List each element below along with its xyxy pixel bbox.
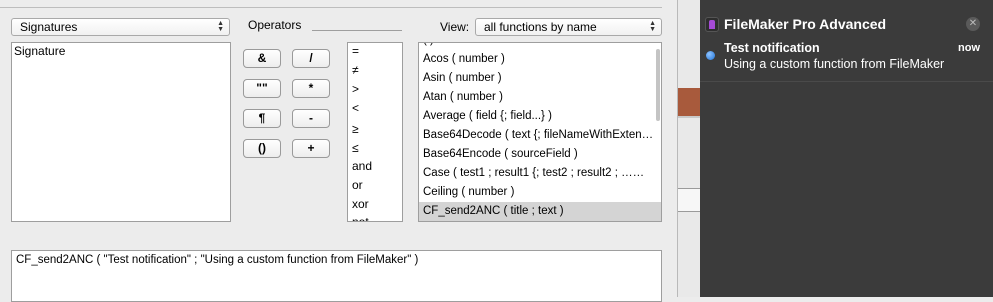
- operator-list[interactable]: = ≠ > < ≥ ≤ and or xor not: [347, 42, 403, 222]
- function-list-item[interactable]: Asin ( number ): [419, 69, 661, 88]
- signatures-select[interactable]: Signatures ▲ ▼: [11, 18, 230, 36]
- unread-dot-icon: [706, 51, 715, 60]
- operator-button-parentheses[interactable]: (): [243, 139, 281, 158]
- notification-divider: [700, 81, 993, 82]
- operator-list-item[interactable]: not: [352, 215, 369, 221]
- function-list-item[interactable]: Base64Decode ( text {; fileNameWithExten…: [419, 126, 661, 145]
- notification-body[interactable]: Using a custom function from FileMaker: [724, 57, 944, 71]
- scrollbar-thumb[interactable]: [656, 49, 660, 121]
- operator-button-multiply[interactable]: *: [292, 79, 330, 98]
- close-icon[interactable]: ✕: [966, 17, 980, 31]
- background-window-line: [678, 116, 700, 118]
- formula-text: CF_send2ANC ( "Test notification" ; "Usi…: [16, 254, 419, 266]
- operators-divider: [312, 30, 402, 31]
- signature-panel[interactable]: Signature: [11, 42, 231, 222]
- background-window-field: [678, 188, 700, 212]
- function-list-item-selected[interactable]: CF_send2ANC ( title ; text ): [419, 202, 661, 221]
- operator-button-plus[interactable]: +: [292, 139, 330, 158]
- signature-text: Signature: [14, 44, 66, 58]
- function-list-item-partial: ( ): [419, 43, 661, 50]
- function-list-item[interactable]: Case ( test1 ; result1 {; test2 ; result…: [419, 164, 661, 183]
- functions-scrollbar[interactable]: [655, 43, 661, 221]
- function-list-item[interactable]: Average ( field {; field...} ): [419, 107, 661, 126]
- function-list-item[interactable]: Base64Encode ( sourceField ): [419, 145, 661, 164]
- function-list-item[interactable]: Acos ( number ): [419, 50, 661, 69]
- select-arrows-icon: ▲ ▼: [649, 20, 656, 33]
- operator-list-item[interactable]: ≤: [352, 141, 359, 155]
- operator-button-divide[interactable]: /: [292, 49, 330, 68]
- functions-list[interactable]: ( ) Acos ( number ) Asin ( number ) Atan…: [418, 42, 662, 222]
- background-window-edge: [677, 0, 700, 297]
- view-select-value: all functions by name: [484, 20, 597, 34]
- notification-center: FileMaker Pro Advanced ✕ Test notificati…: [700, 0, 993, 297]
- operator-list-item[interactable]: <: [352, 101, 359, 115]
- app-name: FileMaker Pro Advanced: [724, 16, 887, 32]
- operator-list-item[interactable]: =: [352, 44, 359, 58]
- signatures-select-value: Signatures: [20, 20, 78, 34]
- notification-time: now: [958, 42, 980, 54]
- notification-app-header: FileMaker Pro Advanced ✕: [700, 9, 993, 39]
- operator-list-item[interactable]: or: [352, 178, 363, 192]
- operators-label: Operators: [248, 18, 302, 32]
- top-divider: [0, 7, 662, 8]
- filemaker-app-icon: [705, 17, 719, 32]
- function-list-item[interactable]: Atan ( number ): [419, 88, 661, 107]
- view-select[interactable]: all functions by name ▲ ▼: [475, 18, 662, 36]
- view-label: View:: [440, 20, 470, 34]
- operator-list-item[interactable]: ≥: [352, 122, 359, 136]
- operator-button-ampersand[interactable]: &: [243, 49, 281, 68]
- operator-button-quotes[interactable]: "": [243, 79, 281, 98]
- specify-calculation-dialog: Signatures ▲ ▼ Signature Operators & / ""…: [0, 0, 677, 302]
- function-list-item[interactable]: Ceiling ( number ): [419, 183, 661, 202]
- operator-list-item[interactable]: xor: [352, 197, 369, 211]
- formula-editor[interactable]: CF_send2ANC ( "Test notification" ; "Usi…: [11, 250, 662, 302]
- operator-list-item[interactable]: >: [352, 82, 359, 96]
- notification-title[interactable]: Test notification: [724, 41, 820, 55]
- operator-list-item[interactable]: ≠: [352, 63, 359, 77]
- select-arrows-icon: ▲ ▼: [217, 20, 224, 33]
- background-window-stripe: [678, 88, 700, 116]
- operator-button-minus[interactable]: -: [292, 109, 330, 128]
- operator-list-item[interactable]: and: [352, 159, 372, 173]
- operator-button-pilcrow[interactable]: ¶: [243, 109, 281, 128]
